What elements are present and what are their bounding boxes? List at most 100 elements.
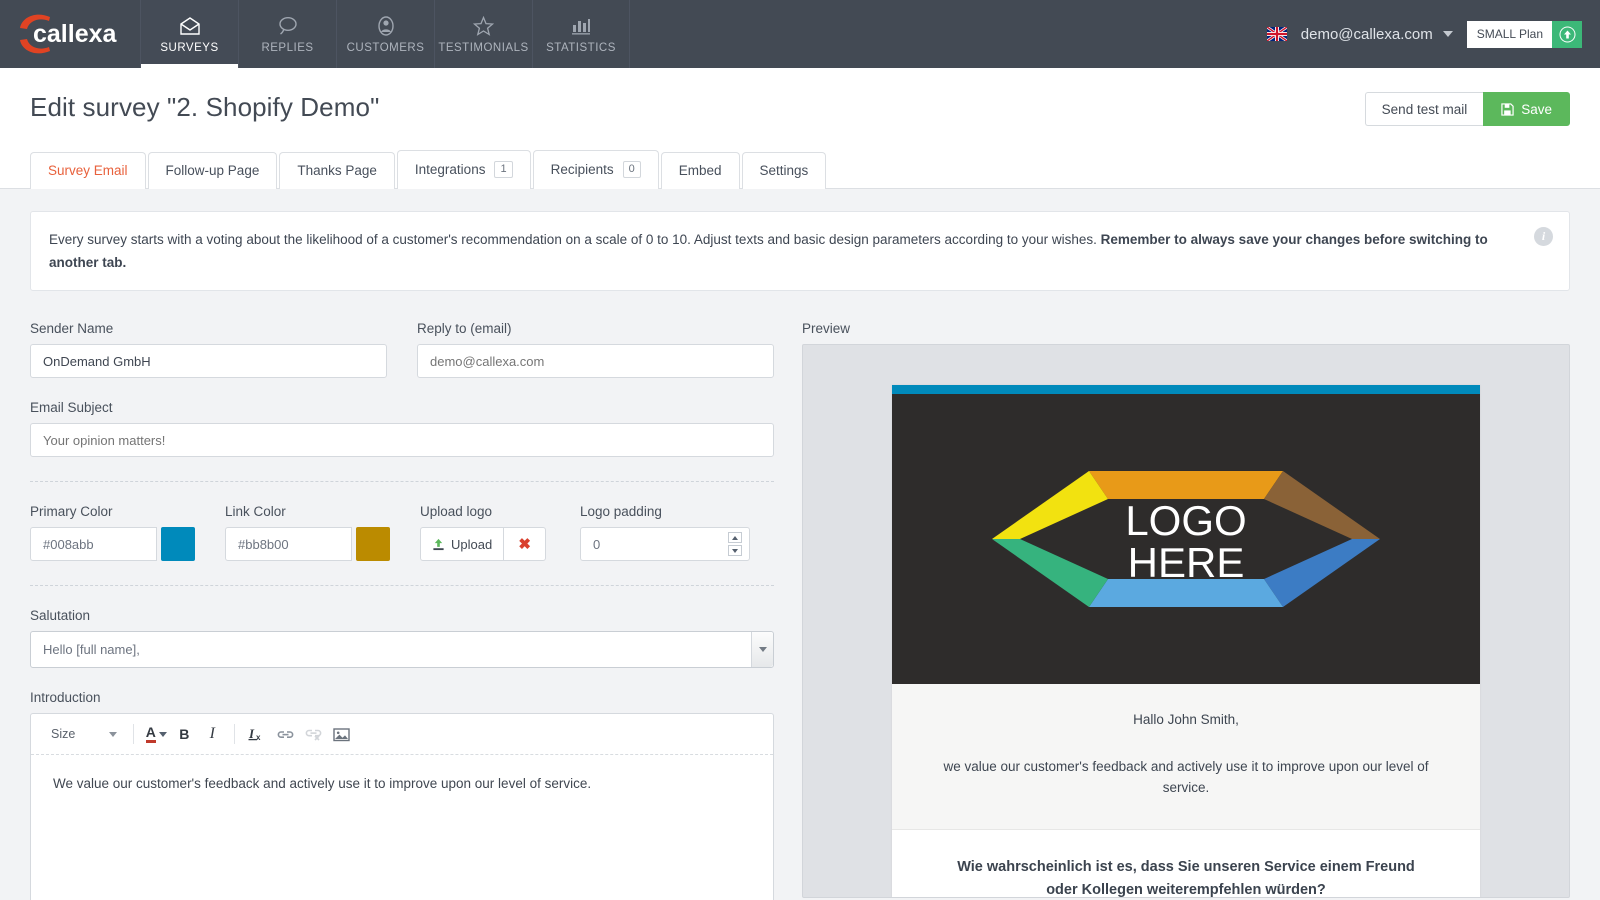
select-arrow[interactable]	[751, 632, 773, 667]
tab-label: Embed	[679, 163, 722, 178]
tab-recipients[interactable]: Recipients 0	[533, 150, 659, 189]
triangle-up-icon	[732, 536, 738, 540]
stepper-down-button[interactable]	[728, 545, 742, 556]
reply-to-input[interactable]	[417, 344, 774, 378]
floppy-disk-icon	[1501, 103, 1514, 116]
page-header: Edit survey "2. Shopify Demo" Send test …	[0, 68, 1600, 189]
sender-reply-row: Sender Name Reply to (email)	[30, 321, 774, 378]
page-content: Every survey starts with a voting about …	[0, 189, 1600, 900]
info-icon[interactable]: i	[1534, 227, 1553, 246]
salutation-field: Salutation Hello [full name],	[30, 608, 774, 668]
nav-item-customers[interactable]: CUSTOMERS	[336, 0, 434, 68]
logo-padding-stepper[interactable]	[728, 532, 742, 556]
nav-item-replies[interactable]: REPLIES	[238, 0, 336, 68]
content-columns: Sender Name Reply to (email) Email Subje…	[30, 321, 1570, 900]
stepper-up-button[interactable]	[728, 532, 742, 543]
tab-label: Survey Email	[48, 163, 128, 178]
uk-flag-icon[interactable]	[1267, 27, 1287, 41]
upgrade-plan-button[interactable]	[1552, 21, 1582, 48]
tab-badge: 1	[494, 161, 512, 178]
chevron-down-icon	[109, 732, 117, 737]
sender-name-label: Sender Name	[30, 321, 387, 336]
red-x-icon: ✖	[518, 535, 531, 553]
delete-logo-button[interactable]: ✖	[504, 527, 546, 561]
triangle-down-icon	[732, 549, 738, 553]
upload-logo-label: Upload logo	[420, 504, 550, 519]
nav-label: REPLIES	[261, 42, 313, 54]
nav-label: SURVEYS	[160, 42, 218, 54]
tab-survey-email[interactable]: Survey Email	[30, 152, 146, 189]
bold-icon[interactable]: B	[170, 721, 198, 747]
unlink-glyph	[305, 727, 322, 741]
user-email-label: demo@callexa.com	[1301, 26, 1433, 43]
link-color-input[interactable]	[225, 527, 352, 561]
save-button[interactable]: Save	[1483, 92, 1570, 126]
logo-text-line2: HERE	[1128, 539, 1245, 586]
link-icon[interactable]	[271, 721, 299, 747]
remove-format-icon[interactable]: I x	[243, 721, 271, 747]
font-size-label: Size	[51, 727, 75, 741]
introduction-editor-body[interactable]: We value our customer's feedback and act…	[31, 755, 773, 900]
user-account-menu[interactable]: demo@callexa.com	[1301, 26, 1453, 43]
send-test-mail-button[interactable]: Send test mail	[1365, 92, 1484, 126]
insert-image-icon[interactable]	[327, 721, 355, 747]
plan-label: SMALL Plan	[1467, 21, 1552, 48]
unlink-icon[interactable]	[299, 721, 327, 747]
email-intro-text: we value our customer's feedback and act…	[932, 757, 1440, 799]
salutation-selected-value: Hello [full name],	[43, 642, 140, 657]
italic-icon[interactable]: I	[198, 721, 226, 747]
tab-label: Follow-up Page	[166, 163, 260, 178]
toolbar-separator	[133, 724, 134, 744]
reply-to-label: Reply to (email)	[417, 321, 774, 336]
svg-text:callexa: callexa	[33, 20, 118, 48]
nav-item-surveys[interactable]: SURVEYS	[140, 0, 238, 68]
upgrade-arrow-icon	[1559, 26, 1576, 43]
nav-item-statistics[interactable]: STATISTICS	[532, 0, 630, 68]
upload-button-label: Upload	[451, 537, 492, 552]
email-intro-section: Hallo John Smith, we value our customer'…	[892, 684, 1480, 830]
introduction-editor: Size A B I I	[30, 713, 774, 900]
logo-padding-label: Logo padding	[580, 504, 750, 519]
page-actions: Send test mail Save	[1365, 92, 1570, 126]
text-color-icon[interactable]: A	[142, 721, 170, 747]
bar-chart-icon	[571, 15, 591, 37]
salutation-select[interactable]: Hello [full name],	[30, 631, 774, 668]
primary-color-swatch[interactable]	[161, 527, 195, 561]
nav-label: TESTIMONIALS	[438, 42, 528, 54]
info-banner: Every survey starts with a voting about …	[30, 211, 1570, 291]
logo-padding-input[interactable]	[580, 527, 750, 561]
chevron-down-icon	[159, 732, 167, 737]
email-question: Wie wahrscheinlich ist es, dass Sie unse…	[892, 830, 1480, 898]
tab-settings[interactable]: Settings	[742, 152, 827, 189]
envelope-icon	[179, 15, 201, 37]
logo-text-line1: LOGO	[1125, 497, 1246, 544]
callexa-logo[interactable]: callexa	[0, 0, 140, 68]
tab-follow-up-page[interactable]: Follow-up Page	[148, 152, 278, 189]
plan-widget: SMALL Plan	[1467, 21, 1582, 48]
email-accent-bar	[892, 385, 1480, 394]
toolbar-separator	[234, 724, 235, 744]
email-subject-input[interactable]	[30, 423, 774, 457]
svg-text:I: I	[248, 726, 255, 741]
link-color-label: Link Color	[225, 504, 390, 519]
nav-label: STATISTICS	[546, 42, 616, 54]
font-size-dropdown[interactable]: Size	[41, 724, 125, 744]
banner-text: Every survey starts with a voting about …	[49, 232, 1101, 247]
tab-bar: Survey Email Follow-up Page Thanks Page …	[30, 149, 1570, 188]
top-navigation-bar: callexa SURVEYS REPLIES	[0, 0, 1600, 68]
link-glyph	[277, 728, 294, 741]
tab-embed[interactable]: Embed	[661, 152, 740, 189]
nav-item-testimonials[interactable]: TESTIMONIALS	[434, 0, 532, 68]
tab-label: Integrations	[415, 162, 486, 177]
settings-form: Sender Name Reply to (email) Email Subje…	[30, 321, 774, 900]
preview-label: Preview	[802, 321, 1570, 336]
primary-color-input[interactable]	[30, 527, 157, 561]
link-color-swatch[interactable]	[356, 527, 390, 561]
tab-thanks-page[interactable]: Thanks Page	[279, 152, 395, 189]
introduction-label: Introduction	[30, 690, 774, 705]
sender-name-input[interactable]	[30, 344, 387, 378]
logo-placeholder-hexagon-icon: LOGO HERE	[976, 409, 1396, 669]
upload-logo-button[interactable]: Upload	[420, 527, 504, 561]
tab-integrations[interactable]: Integrations 1	[397, 150, 531, 189]
user-icon	[376, 15, 396, 37]
